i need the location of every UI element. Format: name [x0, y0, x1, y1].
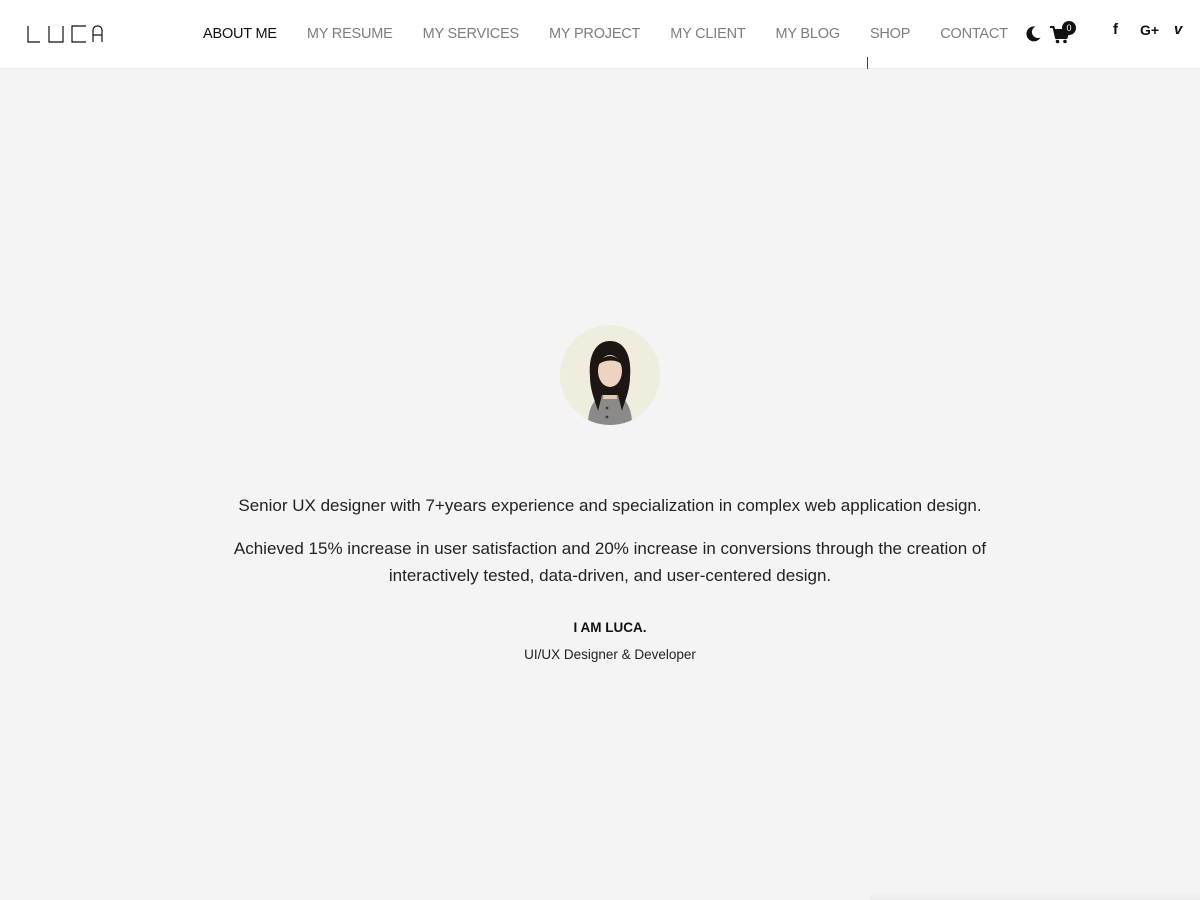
footer-shadow	[870, 892, 1200, 900]
moon-icon[interactable]	[1024, 25, 1042, 43]
profile-name: I AM LUCA.	[573, 620, 647, 635]
vimeo-icon[interactable]: v	[1174, 20, 1182, 40]
facebook-icon[interactable]: f	[1113, 20, 1118, 40]
nav-my-resume[interactable]: MY RESUME	[292, 26, 408, 42]
nav-my-services[interactable]: MY SERVICES	[408, 26, 534, 42]
site-header: ABOUT ME MY RESUME MY SERVICES MY PROJEC…	[0, 0, 1200, 69]
google-plus-icon[interactable]: G+	[1140, 20, 1159, 40]
main-nav: ABOUT ME MY RESUME MY SERVICES MY PROJEC…	[188, 0, 1023, 68]
shop-hover-indicator	[867, 57, 868, 69]
profile-role: UI/UX Designer & Developer	[524, 647, 696, 662]
nav-my-blog[interactable]: MY BLOG	[761, 26, 855, 42]
cart-count-badge: 0	[1062, 21, 1076, 35]
nav-my-project[interactable]: MY PROJECT	[534, 26, 655, 42]
nav-my-client[interactable]: MY CLIENT	[655, 26, 760, 42]
nav-shop[interactable]: SHOP	[855, 26, 925, 42]
intro-paragraph-2: Achieved 15% increase in user satisfacti…	[233, 539, 987, 585]
nav-contact[interactable]: CONTACT	[925, 26, 1023, 42]
about-section: Senior UX designer with 7+years experien…	[0, 69, 1200, 900]
avatar-photo	[560, 325, 660, 425]
nav-about-me[interactable]: ABOUT ME	[188, 26, 292, 42]
luca-logo[interactable]	[26, 22, 104, 46]
intro-paragraph-1: Senior UX designer with 7+years experien…	[238, 496, 982, 515]
avatar	[560, 325, 660, 425]
